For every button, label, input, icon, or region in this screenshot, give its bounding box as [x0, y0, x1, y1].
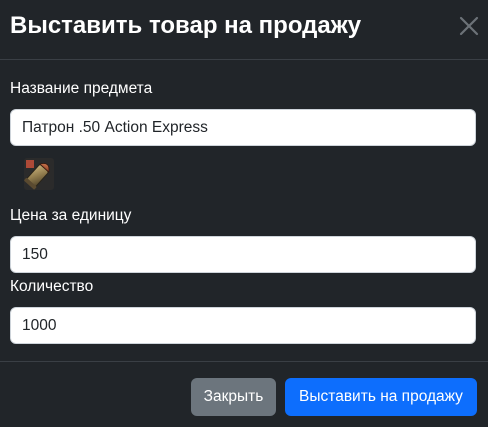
close-modal-button[interactable]: Закрыть [191, 378, 276, 416]
quantity-input[interactable] [10, 307, 476, 344]
item-name-label: Название предмета [10, 80, 153, 97]
modal-title: Выставить товар на продажу [10, 12, 362, 39]
unit-price-label: Цена за единицу [10, 207, 132, 224]
quantity-label: Количество [10, 278, 94, 295]
list-for-sale-button[interactable]: Выставить на продажу [285, 378, 477, 416]
item-name-input[interactable] [10, 109, 476, 146]
unit-price-input[interactable] [10, 236, 476, 273]
ammo-cartridge-icon [22, 156, 56, 192]
close-button[interactable] [456, 13, 482, 39]
modal-footer: Закрыть Выставить на продажу [0, 361, 488, 427]
sell-item-modal: Выставить товар на продажу Название пред… [0, 0, 488, 427]
modal-header: Выставить товар на продажу [0, 0, 488, 60]
close-icon [456, 13, 482, 39]
